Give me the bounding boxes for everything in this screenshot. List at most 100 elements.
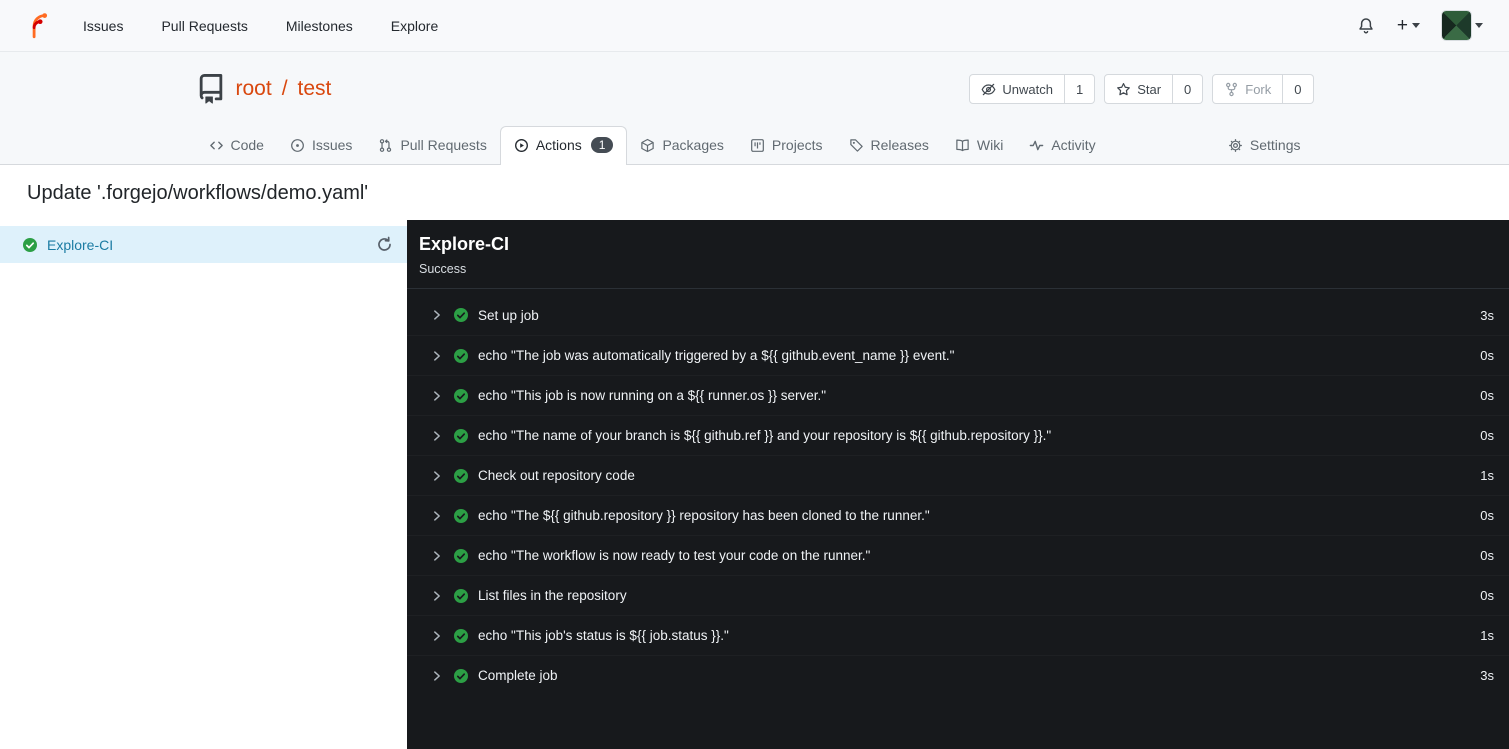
step-success-icon bbox=[453, 388, 469, 404]
tab-releases[interactable]: Releases bbox=[836, 127, 942, 165]
forks-count[interactable]: 0 bbox=[1283, 74, 1314, 104]
steps-list: Set up job 3s echo "The job was automati… bbox=[407, 289, 1509, 695]
star-button[interactable]: Star bbox=[1104, 74, 1174, 104]
job-item-explore-ci[interactable]: Explore-CI bbox=[0, 226, 407, 263]
navbar-item-explore[interactable]: Explore bbox=[391, 18, 438, 34]
pulse-icon bbox=[1029, 138, 1044, 153]
tag-icon bbox=[849, 138, 864, 153]
repo-header: root / test Unwatch 1 Star 0 Fork 0 Code… bbox=[0, 52, 1509, 166]
chevron-right-icon[interactable] bbox=[430, 509, 444, 523]
step-success-icon bbox=[453, 428, 469, 444]
tab-packages[interactable]: Packages bbox=[627, 127, 736, 165]
repo-owner-link[interactable]: root bbox=[236, 77, 272, 101]
fork-icon bbox=[1224, 82, 1239, 97]
chevron-right-icon[interactable] bbox=[430, 669, 444, 683]
tab-settings[interactable]: Settings bbox=[1215, 127, 1314, 165]
navbar-item-pull-requests[interactable]: Pull Requests bbox=[161, 18, 247, 34]
play-circle-icon bbox=[514, 138, 529, 153]
step-name: Check out repository code bbox=[478, 468, 635, 483]
step-success-icon bbox=[453, 548, 469, 564]
repo-tabs: Code Issues Pull Requests Actions 1 Pack… bbox=[196, 120, 1314, 166]
tab-actions[interactable]: Actions 1 bbox=[499, 126, 628, 166]
step-success-icon bbox=[453, 348, 469, 364]
unwatch-button[interactable]: Unwatch bbox=[969, 74, 1065, 104]
plus-icon: + bbox=[1396, 15, 1408, 36]
step-name: echo "The job was automatically triggere… bbox=[478, 348, 955, 363]
fork-button[interactable]: Fork bbox=[1212, 74, 1284, 104]
tab-pull-requests[interactable]: Pull Requests bbox=[365, 127, 499, 165]
notifications-button[interactable] bbox=[1357, 17, 1375, 35]
step-name: Set up job bbox=[478, 307, 539, 323]
rerun-job-icon[interactable] bbox=[376, 236, 393, 253]
create-new-button[interactable]: + bbox=[1397, 16, 1420, 35]
stars-count[interactable]: 0 bbox=[1173, 74, 1204, 104]
project-board-icon bbox=[750, 138, 765, 153]
step-row[interactable]: Check out repository code 1s bbox=[407, 455, 1509, 495]
step-row[interactable]: Set up job 3s bbox=[407, 295, 1509, 335]
step-row[interactable]: echo "The job was automatically triggere… bbox=[407, 335, 1509, 375]
navbar-item-issues[interactable]: Issues bbox=[83, 18, 123, 34]
chevron-right-icon[interactable] bbox=[430, 589, 444, 603]
page: Issues Pull Requests Milestones Explore … bbox=[0, 0, 1509, 749]
step-name: echo "This job is now running on a ${{ r… bbox=[478, 388, 827, 403]
step-row[interactable]: List files in the repository 0s bbox=[407, 575, 1509, 615]
chevron-right-icon[interactable] bbox=[430, 308, 444, 322]
step-row[interactable]: echo "This job's status is ${{ job.statu… bbox=[407, 615, 1509, 655]
package-icon bbox=[640, 138, 655, 153]
watchers-count[interactable]: 1 bbox=[1064, 74, 1096, 104]
step-duration: 0s bbox=[1480, 548, 1494, 563]
top-navbar: Issues Pull Requests Milestones Explore … bbox=[0, 0, 1509, 52]
step-row[interactable]: echo "The workflow is now ready to test … bbox=[407, 535, 1509, 575]
tab-wiki[interactable]: Wiki bbox=[942, 127, 1016, 165]
job-status-text: Success bbox=[419, 262, 467, 276]
repo-title: root / test bbox=[196, 74, 332, 104]
step-row[interactable]: echo "This job is now running on a ${{ r… bbox=[407, 375, 1509, 415]
user-menu-button[interactable] bbox=[1441, 10, 1483, 41]
caret-down-icon bbox=[1475, 23, 1483, 28]
star-icon bbox=[1116, 82, 1131, 97]
step-row[interactable]: Complete job 3s bbox=[407, 655, 1509, 695]
chevron-right-icon[interactable] bbox=[430, 629, 444, 643]
step-duration: 3s bbox=[1480, 307, 1494, 323]
step-row[interactable]: echo "The name of your branch is ${{ git… bbox=[407, 415, 1509, 455]
job-success-icon bbox=[22, 237, 38, 253]
book-icon bbox=[955, 138, 970, 153]
step-success-icon bbox=[453, 588, 469, 604]
navbar-item-milestones[interactable]: Milestones bbox=[286, 18, 353, 34]
step-name: List files in the repository bbox=[478, 588, 627, 603]
jobs-sidebar: Explore-CI bbox=[0, 220, 407, 749]
run-page: Update '.forgejo/workflows/demo.yaml' Ex… bbox=[0, 165, 1509, 749]
pull-request-icon bbox=[378, 138, 393, 153]
repo-icon bbox=[196, 74, 226, 104]
tab-issues[interactable]: Issues bbox=[277, 127, 365, 165]
chevron-right-icon[interactable] bbox=[430, 469, 444, 483]
eye-off-icon bbox=[981, 82, 996, 97]
step-success-icon bbox=[453, 508, 469, 524]
job-log-title: Explore-CI bbox=[419, 234, 510, 254]
step-success-icon bbox=[453, 468, 469, 484]
step-duration: 3s bbox=[1480, 668, 1494, 683]
fork-button-group: Fork 0 bbox=[1212, 74, 1314, 104]
tab-activity[interactable]: Activity bbox=[1016, 127, 1108, 165]
caret-down-icon bbox=[1412, 23, 1420, 28]
step-row[interactable]: echo "The ${{ github.repository }} repos… bbox=[407, 495, 1509, 535]
step-success-icon bbox=[453, 668, 469, 684]
chevron-right-icon[interactable] bbox=[430, 429, 444, 443]
step-name: echo "This job's status is ${{ job.statu… bbox=[478, 628, 729, 643]
repo-name-link[interactable]: test bbox=[298, 77, 332, 101]
run-title: Update '.forgejo/workflows/demo.yaml' bbox=[0, 165, 1509, 220]
chevron-right-icon[interactable] bbox=[430, 389, 444, 403]
bell-icon bbox=[1357, 17, 1375, 35]
step-duration: 0s bbox=[1480, 588, 1494, 603]
job-log-panel: Explore-CI Success Set up job 3s echo "T… bbox=[407, 220, 1509, 749]
unwatch-button-group: Unwatch 1 bbox=[969, 74, 1096, 104]
forgejo-logo[interactable] bbox=[26, 12, 53, 39]
tab-code[interactable]: Code bbox=[196, 127, 277, 165]
repo-actions: Unwatch 1 Star 0 Fork 0 bbox=[969, 74, 1314, 104]
job-name: Explore-CI bbox=[47, 236, 114, 253]
chevron-right-icon[interactable] bbox=[430, 349, 444, 363]
step-duration: 0s bbox=[1480, 348, 1494, 363]
tab-projects[interactable]: Projects bbox=[737, 127, 836, 165]
chevron-right-icon[interactable] bbox=[430, 549, 444, 563]
step-success-icon bbox=[453, 307, 469, 323]
